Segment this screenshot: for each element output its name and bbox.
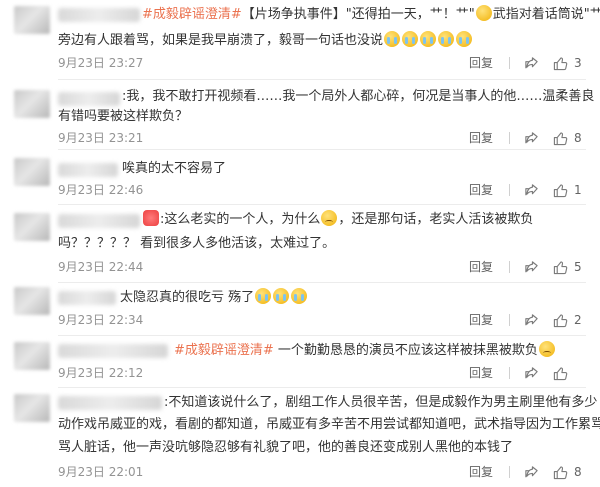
comment-actions: 回复 3 [469,55,582,71]
like-icon[interactable] [553,183,568,198]
comment-text: 太隐忍真的很吃亏 殇了 [58,285,582,311]
share-icon[interactable] [524,366,539,381]
crying-emoji-icon [420,31,437,47]
share-icon[interactable] [524,260,539,275]
timestamp: 9月23日 22:46 [58,183,144,197]
comment-actions: 回复 [469,365,582,381]
like-count: 8 [574,131,582,145]
timestamp: 9月23日 22:44 [58,260,144,274]
avatar[interactable] [14,287,50,315]
timestamp: 9月23日 23:21 [58,131,144,145]
sad-emoji-icon [538,341,555,357]
crying-emoji-icon [438,31,455,47]
like-count: 1 [574,183,582,197]
like-count: 3 [574,56,582,70]
comment-item: #成毅辟谣澄清#【片场争执事件】"还得拍一天，艹！艹"武指对着话筒说"艹， 旁边… [0,0,600,80]
topic-link[interactable]: #成毅辟谣澄清# [142,7,242,22]
heart-emoji-icon [143,210,159,226]
timestamp: 9月23日 22:34 [58,313,144,327]
comment-actions: 回复 2 [469,312,582,328]
like-icon[interactable] [553,260,568,275]
crying-emoji-icon [456,31,473,47]
crying-emoji-icon [402,31,419,47]
avatar[interactable] [14,394,50,422]
comment-text: 唉真的太不容易了 [122,161,227,176]
divider [509,184,510,196]
divider [509,466,510,478]
divider [509,57,510,69]
avatar[interactable] [14,6,50,34]
reply-button[interactable]: 回复 [469,312,493,328]
share-icon[interactable] [524,56,539,71]
comment-text-line2: 旁边有人跟着骂，如果是我早崩溃了，毅哥一句话也没说 [58,28,582,54]
share-icon[interactable] [524,183,539,198]
topic-link[interactable]: #成毅辟谣澄清# [174,343,274,358]
comment-text-line2: 吗？？？？？ 看到很多人多他活该，太难过了。 [58,236,336,251]
smile-emoji-icon [475,5,492,21]
like-icon[interactable] [553,366,568,381]
like-count: 5 [574,260,582,274]
timestamp: 9月23日 22:12 [58,366,144,380]
like-icon[interactable] [553,465,568,480]
reply-button[interactable]: 回复 [469,55,493,71]
reply-button[interactable]: 回复 [469,365,493,381]
share-icon[interactable] [524,313,539,328]
like-icon[interactable] [553,56,568,71]
comment-item: :我，我不敢打开视频看……我一个局外人都心碎，何况是当事人的他……温柔善良 有错… [0,80,600,150]
comment-item: 太隐忍真的很吃亏 殇了 9月23日 22:34 回复 2 [0,283,600,336]
crying-emoji-icon [273,288,290,304]
comment-item: :不知道该说什么了，剧组工作人员很辛苦，但是成毅作为男主刷里他有多少 动作戏吊威… [0,388,600,487]
avatar[interactable] [14,213,50,241]
reply-button[interactable]: 回复 [469,130,493,146]
comment-feed: #成毅辟谣澄清#【片场争执事件】"还得拍一天，艹！艹"武指对着话筒说"艹， 旁边… [0,0,600,487]
like-icon[interactable] [553,313,568,328]
avatar[interactable] [14,158,50,186]
crying-emoji-icon [255,288,272,304]
sad-emoji-icon [321,210,338,226]
comment-actions: 回复 8 [469,464,582,480]
reply-button[interactable]: 回复 [469,464,493,480]
share-icon[interactable] [524,465,539,480]
comment-text-line2: 有错吗要被这样欺负？ [58,109,189,124]
crying-emoji-icon [291,288,308,304]
timestamp: 9月23日 23:27 [58,56,144,70]
avatar[interactable] [14,342,50,370]
comment-item: 唉真的太不容易了 9月23日 22:46 回复 1 [0,150,600,205]
like-count: 8 [574,465,582,479]
divider [509,367,510,379]
comment-text: #成毅辟谣澄清#【片场争执事件】"还得拍一天，艹！艹"武指对着话筒说"艹， [142,5,600,22]
crying-emoji-icon [384,31,401,47]
comment-item: :这么老实的一个人，为什么 ，还是那句话，老实人活该被欺负 吗？？？？？ 看到很多… [0,205,600,283]
timestamp: 9月23日 22:01 [58,465,144,479]
divider [509,132,510,144]
reply-button[interactable]: 回复 [469,259,493,275]
share-icon[interactable] [524,131,539,146]
comment-actions: 回复 1 [469,182,582,198]
divider [509,314,510,326]
comment-item: #成毅辟谣澄清# 一个勤勤恳恳的演员不应该这样被抹黑被欺负 9月23日 22:1… [0,336,600,388]
comment-actions: 回复 8 [469,130,582,146]
reply-button[interactable]: 回复 [469,182,493,198]
comment-actions: 回复 5 [469,259,582,275]
divider [509,261,510,273]
avatar[interactable] [14,90,50,118]
like-count: 2 [574,313,582,327]
comment-text-line3: 骂人脏话，他一声没吭够隐忍够有礼貌了吧，他的善良还变成别人黑他的本钱了 [58,440,514,455]
comment-text: :这么老实的一个人，为什么 ，还是那句话，老实人活该被欺负 [58,207,582,233]
comment-text: #成毅辟谣澄清# 一个勤勤恳恳的演员不应该这样被抹黑被欺负 [58,338,582,364]
like-icon[interactable] [553,131,568,146]
